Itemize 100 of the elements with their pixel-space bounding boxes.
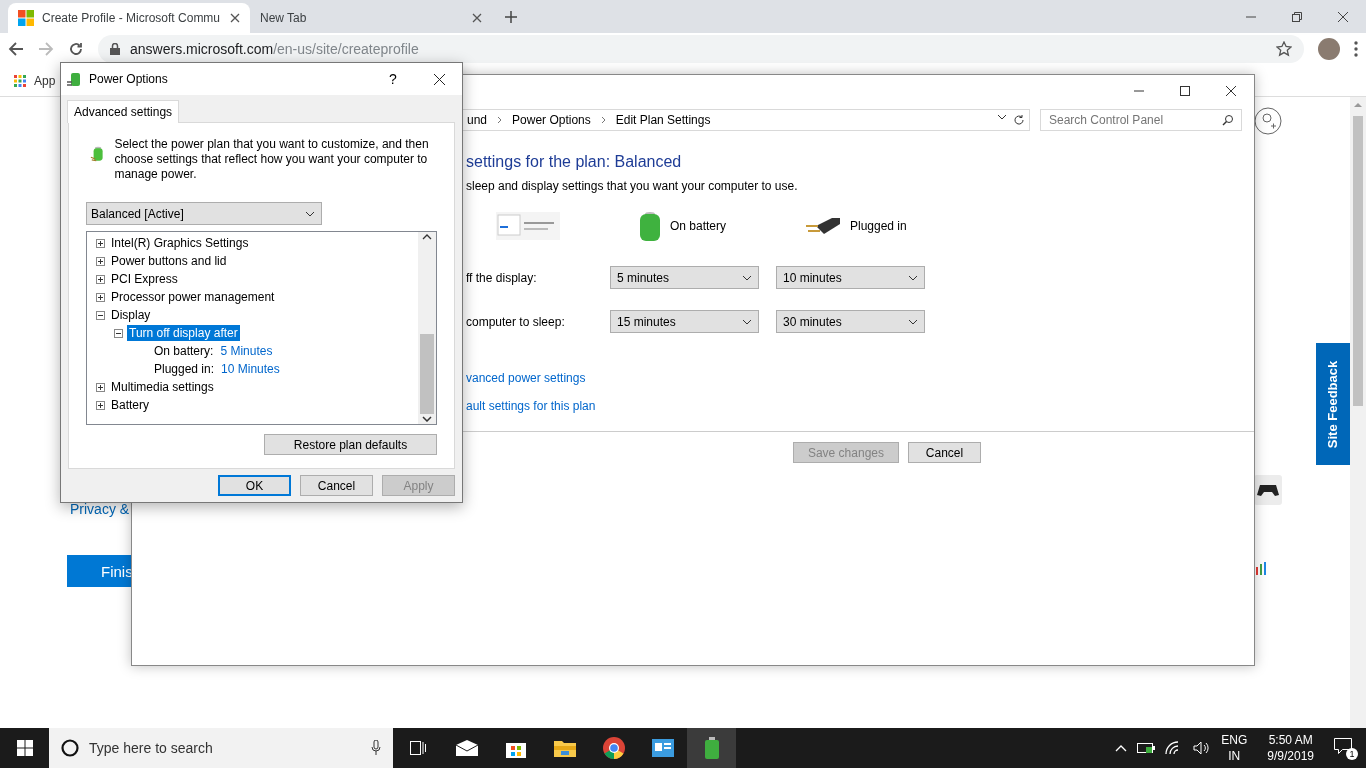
- search-icon: [1222, 114, 1234, 126]
- dialog-title: Power Options: [89, 72, 169, 86]
- battery-plug-icon: [67, 71, 83, 87]
- dropdown[interactable]: 30 minutes: [776, 310, 925, 333]
- setting-value[interactable]: 10 Minutes: [221, 362, 280, 376]
- reload-icon[interactable]: [68, 41, 84, 57]
- scrollbar[interactable]: [418, 232, 436, 424]
- game-controller-icon[interactable]: [1254, 475, 1282, 505]
- tree-item[interactable]: Turn off display after: [127, 325, 240, 341]
- plus-icon[interactable]: [504, 10, 518, 24]
- page-heading: settings for the plan: Balanced: [466, 153, 683, 171]
- setting-label: On battery:: [153, 343, 215, 359]
- dialog-button[interactable]: Cancel: [300, 475, 373, 496]
- chevron-down-icon: [997, 114, 1007, 120]
- collapse-icon[interactable]: [96, 310, 105, 320]
- dialog-description: Select the power plan that you want to customize, and then choose settings that reflect how you want your computer to manage power.: [114, 137, 430, 182]
- expand-icon[interactable]: [96, 400, 105, 410]
- dialog-button[interactable]: OK: [218, 475, 291, 496]
- clock[interactable]: 5:50 AM 9/9/2019: [1257, 732, 1324, 764]
- refresh-icon[interactable]: [1013, 114, 1025, 126]
- tree-item[interactable]: Processor power management: [109, 289, 277, 305]
- dropdown[interactable]: 10 minutes: [776, 266, 925, 289]
- more-menu-icon[interactable]: [1354, 41, 1358, 57]
- power-options-icon[interactable]: [687, 728, 736, 768]
- star-icon[interactable]: [1276, 41, 1292, 57]
- scroll-down-icon[interactable]: [422, 416, 432, 422]
- scrollbar[interactable]: [1350, 97, 1366, 728]
- dropdown[interactable]: 5 minutes: [610, 266, 759, 289]
- battery-icon: [640, 211, 660, 241]
- expand-icon[interactable]: [96, 274, 105, 284]
- scroll-up-icon[interactable]: [422, 234, 432, 240]
- speaker-icon[interactable]: [1193, 741, 1212, 755]
- expand-icon[interactable]: [96, 292, 105, 302]
- tree-item[interactable]: Multimedia settings: [109, 379, 216, 395]
- column-heading: Plugged in: [850, 219, 907, 233]
- setting-value[interactable]: 5 Minutes: [220, 344, 273, 358]
- tree-item[interactable]: Intel(R) Graphics Settings: [109, 235, 251, 251]
- maximize-icon[interactable]: [1180, 86, 1190, 96]
- chevron-right-icon: [600, 116, 606, 124]
- bookmark-link[interactable]: App: [34, 73, 56, 88]
- privacy-link[interactable]: Privacy &: [67, 501, 131, 517]
- chevron-down-icon: [305, 210, 315, 217]
- language-indicator[interactable]: ENG IN: [1221, 732, 1248, 764]
- close-icon[interactable]: [1338, 11, 1348, 22]
- notification-icon[interactable]: [1334, 738, 1352, 754]
- expand-icon[interactable]: [96, 382, 105, 392]
- lock-icon: [110, 43, 120, 55]
- help-button[interactable]: ?: [376, 63, 410, 95]
- chevron-down-icon: [742, 318, 752, 325]
- tab-title: New Tab: [260, 11, 308, 25]
- close-icon[interactable]: [230, 13, 240, 23]
- restore-icon[interactable]: [1292, 11, 1302, 22]
- close-icon[interactable]: [1226, 86, 1236, 96]
- finish-button[interactable]: Finis: [67, 555, 131, 587]
- screen-thumbnail-drawing: [496, 212, 560, 240]
- back-arrow-icon[interactable]: [8, 41, 24, 57]
- setting-label: computer to sleep:: [466, 314, 566, 329]
- taskbar-search-field[interactable]: Type here to search: [49, 728, 393, 768]
- browser-tab[interactable]: Create Profile - Microsoft Commu: [8, 3, 250, 33]
- chevron-down-icon: [742, 274, 752, 281]
- tree-item[interactable]: Battery: [109, 397, 151, 413]
- tree-item[interactable]: Power buttons and lid: [109, 253, 229, 269]
- setting-label: ff the display:: [466, 270, 538, 285]
- notification-count: 1: [1346, 748, 1358, 760]
- restore-defaults-button[interactable]: Restore plan defaults: [264, 434, 437, 455]
- chevron-down-icon: [908, 274, 918, 281]
- site-feedback-tab[interactable]: Site Feedback: [1316, 343, 1350, 465]
- chevron-up-icon[interactable]: [1115, 744, 1128, 752]
- settings-link[interactable]: ault settings for this plan: [466, 399, 596, 413]
- breadcrumb-item[interactable]: Edit Plan Settings: [615, 113, 711, 127]
- address-bar[interactable]: answers.microsoft.com/en-us/site/createprofile: [98, 35, 1304, 63]
- column-heading: On battery: [670, 219, 727, 233]
- chevron-down-icon: [908, 318, 918, 325]
- power-plug-icon: [806, 216, 840, 236]
- breadcrumb-item[interactable]: und: [467, 113, 488, 127]
- plan-dropdown[interactable]: Balanced [Active]: [86, 202, 322, 225]
- cancel-button[interactable]: Cancel: [908, 442, 981, 463]
- settings-link[interactable]: vanced power settings: [466, 371, 586, 385]
- dropdown[interactable]: 15 minutes: [610, 310, 759, 333]
- close-icon[interactable]: [433, 73, 445, 85]
- tree-item[interactable]: Display: [109, 307, 153, 323]
- tree-item[interactable]: PCI Express: [109, 271, 180, 287]
- add-person-icon[interactable]: [1254, 107, 1282, 135]
- avatar-icon[interactable]: [1318, 38, 1340, 60]
- page-subheading: sleep and display settings that you want your computer to use.: [466, 179, 799, 193]
- breadcrumb-item[interactable]: Power Options: [512, 113, 591, 127]
- search-field[interactable]: Search Control Panel: [1040, 109, 1242, 131]
- windows-logo-icon: [16, 740, 33, 756]
- expand-icon[interactable]: [96, 238, 105, 248]
- expand-icon[interactable]: [96, 256, 105, 266]
- collapse-icon[interactable]: [114, 328, 123, 338]
- tab-title: Create Profile - Microsoft Commu: [42, 11, 222, 25]
- windows-logo-icon: [18, 10, 34, 26]
- dialog-tab[interactable]: Advanced settings: [67, 100, 180, 123]
- microphone-icon[interactable]: [371, 740, 381, 756]
- setting-label: Plugged in:: [153, 361, 216, 377]
- browser-tab[interactable]: New Tab: [250, 3, 492, 33]
- apps-grid-icon[interactable]: [14, 74, 26, 87]
- url-text: answers.microsoft.com/en-us/site/createprofile: [130, 41, 419, 57]
- battery-icon[interactable]: [1137, 742, 1156, 754]
